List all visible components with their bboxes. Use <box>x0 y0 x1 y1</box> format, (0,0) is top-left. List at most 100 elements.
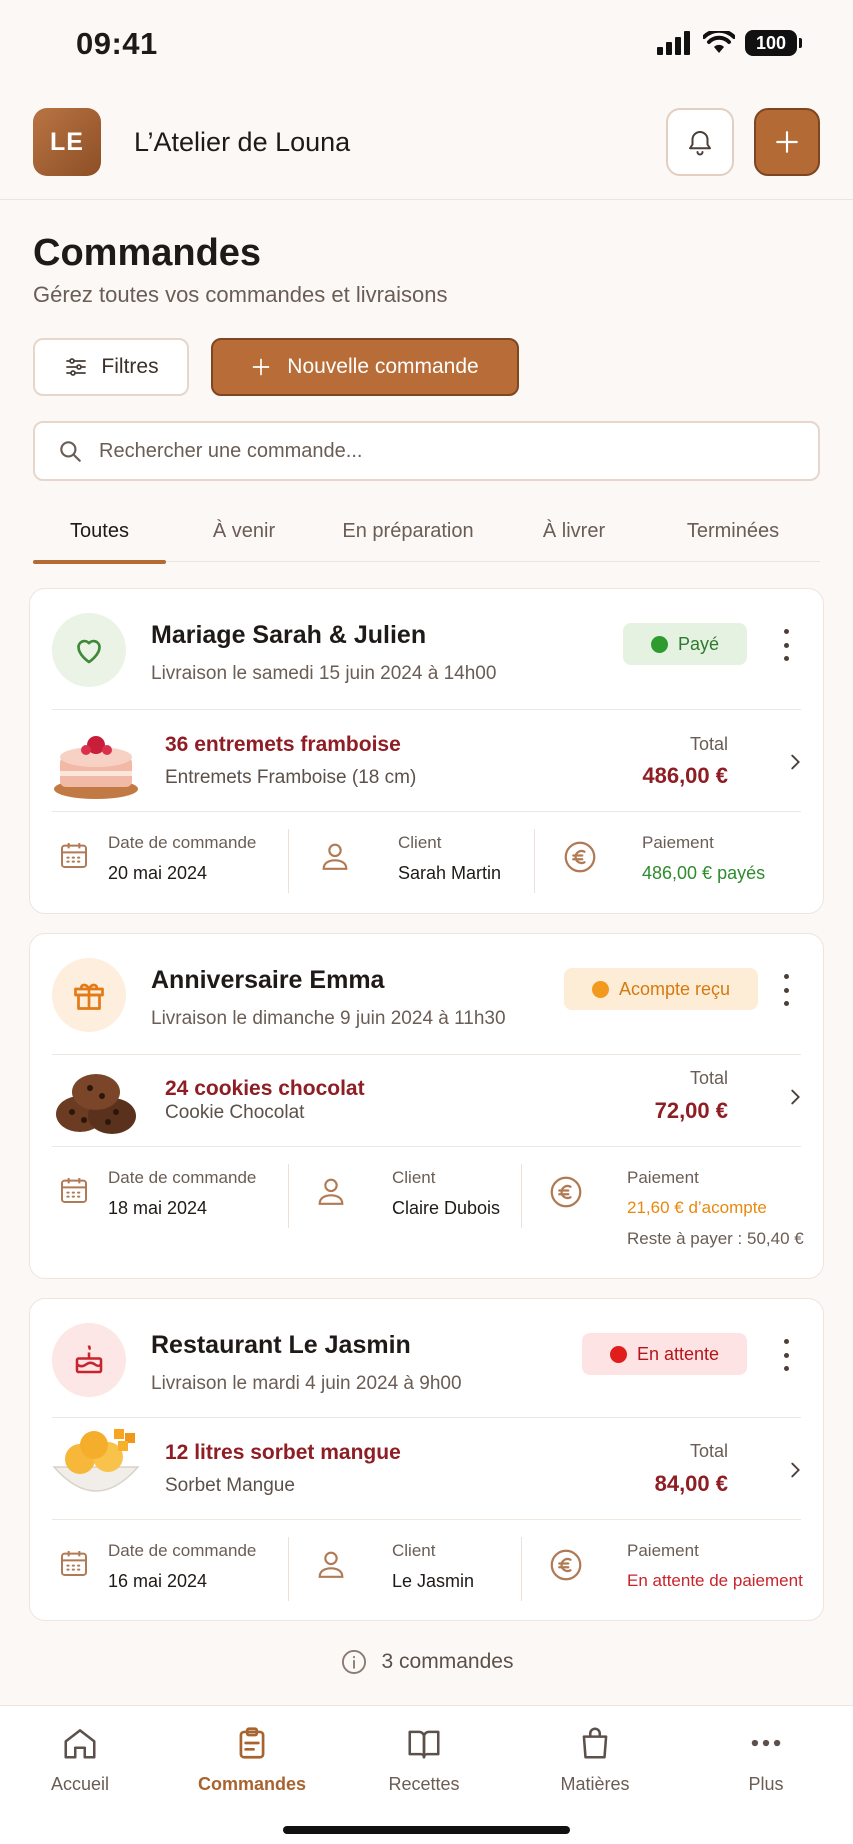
payment-value: 486,00 € payés <box>642 863 766 883</box>
new-order-button[interactable]: Nouvelle commande <box>211 338 519 396</box>
payment-value: 21,60 € d’acompte <box>627 1198 767 1217</box>
product-description: Sorbet Mangue <box>165 1475 295 1496</box>
shopping-bag-icon <box>582 1727 608 1759</box>
status-label: Acompte reçu <box>619 978 731 999</box>
order-delivery: Livraison le samedi 15 juin 2024 à 14h00 <box>151 663 497 684</box>
client-field: Client Le Jasmin <box>314 1541 514 1605</box>
order-card[interactable]: Restaurant Le Jasmin Livraison le mardi … <box>29 1298 824 1621</box>
quick-add-button[interactable] <box>754 108 820 176</box>
bottom-nav: Accueil Commandes Recettes Matières Plus <box>0 1705 853 1844</box>
status-icons: 100 <box>657 30 802 56</box>
order-card[interactable]: Anniversaire Emma Livraison le dimanche … <box>29 933 824 1279</box>
status-dot-icon <box>651 635 668 653</box>
battery-icon: 100 <box>745 30 802 56</box>
tab-a-livrer[interactable]: À livrer <box>519 500 629 562</box>
app-header: LE L’Atelier de Louna <box>0 90 853 200</box>
order-date-label: Date de commande <box>108 1541 257 1560</box>
plus-icon <box>776 131 798 153</box>
total-value: 72,00 € <box>654 1098 728 1123</box>
product-description: Cookie Chocolat <box>165 1102 305 1123</box>
order-delivery: Livraison le mardi 4 juin 2024 à 9h00 <box>151 1373 462 1394</box>
nav-commandes[interactable]: Commandes <box>182 1724 322 1795</box>
tab-terminees[interactable]: Terminées <box>653 500 813 562</box>
page-title: Commandes <box>33 232 262 274</box>
order-date-value: 18 mai 2024 <box>108 1198 208 1218</box>
payment-field: Paiement En attente de paiement <box>548 1541 803 1605</box>
nav-accueil[interactable]: Accueil <box>10 1724 150 1795</box>
chevron-right-icon[interactable] <box>784 1457 806 1483</box>
user-icon <box>318 1178 344 1205</box>
order-icon <box>52 1323 126 1397</box>
order-icon <box>52 613 126 687</box>
client-field: Client Sarah Martin <box>318 833 518 897</box>
bell-icon <box>689 131 711 156</box>
order-title: Anniversaire Emma <box>151 966 385 994</box>
search-box[interactable] <box>33 421 820 481</box>
order-title: Restaurant Le Jasmin <box>151 1331 411 1359</box>
notifications-button[interactable] <box>666 108 734 176</box>
more-options-button[interactable] <box>782 629 790 661</box>
status-badge: Payé <box>623 623 748 665</box>
tab-a-venir[interactable]: À venir <box>189 500 299 562</box>
nav-matieres[interactable]: Matières <box>525 1724 665 1795</box>
wifi-icon <box>703 31 735 53</box>
calendar-icon <box>61 1178 87 1203</box>
heart-icon <box>77 639 101 664</box>
nav-plus-label: Plus <box>748 1774 784 1794</box>
filters-button[interactable]: Filtres <box>33 338 189 396</box>
payment-remaining: Reste à payer : 50,40 € <box>627 1229 804 1248</box>
payment-label: Paiement <box>642 833 714 852</box>
status-time: 09:41 <box>76 26 158 61</box>
product-name: 24 cookies chocolat <box>165 1077 365 1100</box>
chevron-right-icon[interactable] <box>784 1084 806 1110</box>
order-date-value: 20 mai 2024 <box>108 863 208 883</box>
payment-label: Paiement <box>627 1168 699 1187</box>
order-delivery: Livraison le dimanche 9 juin 2024 à 11h3… <box>151 1008 506 1029</box>
client-field: Client Claire Dubois <box>314 1168 514 1232</box>
nav-matieres-label: Matières <box>560 1774 630 1794</box>
order-card[interactable]: Mariage Sarah & Julien Livraison le same… <box>29 588 824 914</box>
total-label: Total <box>689 1068 728 1088</box>
plus-icon <box>252 358 270 376</box>
more-icon <box>751 1739 781 1747</box>
orders-count: 3 commandes <box>0 1648 853 1676</box>
product-description: Entremets Framboise (18 cm) <box>165 767 417 788</box>
home-indicator <box>283 1826 570 1834</box>
chevron-right-icon[interactable] <box>784 749 806 775</box>
more-options-button[interactable] <box>782 1339 790 1371</box>
search-input[interactable] <box>99 439 779 463</box>
total-label: Total <box>689 1441 728 1461</box>
calendar-icon <box>61 1551 87 1576</box>
tab-en-preparation[interactable]: En préparation <box>323 500 493 562</box>
order-title: Mariage Sarah & Julien <box>151 621 427 649</box>
search-icon <box>60 441 81 462</box>
tab-toutes[interactable]: Toutes <box>33 500 166 564</box>
nav-plus[interactable]: Plus <box>696 1724 836 1795</box>
total-value: 486,00 € <box>642 763 728 788</box>
client-label: Client <box>398 833 442 852</box>
book-icon <box>408 1730 440 1759</box>
status-dot-icon <box>592 980 609 998</box>
gift-icon <box>74 983 104 1010</box>
payment-value: En attente de paiement <box>627 1571 803 1590</box>
order-icon <box>52 958 126 1032</box>
signal-icon <box>657 31 690 55</box>
euro-icon <box>550 1549 582 1581</box>
client-label: Client <box>392 1541 436 1560</box>
logo-badge[interactable]: LE <box>33 108 101 176</box>
order-date-value: 16 mai 2024 <box>108 1571 208 1591</box>
calendar-icon <box>61 843 87 868</box>
orders-count-label: 3 commandes <box>381 1650 514 1673</box>
payment-field: Paiement 21,60 € d’acompte Reste à payer… <box>548 1168 804 1264</box>
client-value: Sarah Martin <box>398 863 502 883</box>
sliders-icon <box>66 358 87 376</box>
payment-label: Paiement <box>627 1541 699 1560</box>
raspberry-cake-image <box>54 736 138 799</box>
nav-recettes[interactable]: Recettes <box>354 1724 494 1795</box>
more-options-button[interactable] <box>782 974 790 1006</box>
nav-recettes-label: Recettes <box>388 1774 460 1794</box>
nav-commandes-label: Commandes <box>197 1774 307 1794</box>
status-dot-icon <box>610 1345 627 1363</box>
total-label: Total <box>689 734 728 754</box>
client-value: Claire Dubois <box>392 1198 501 1218</box>
